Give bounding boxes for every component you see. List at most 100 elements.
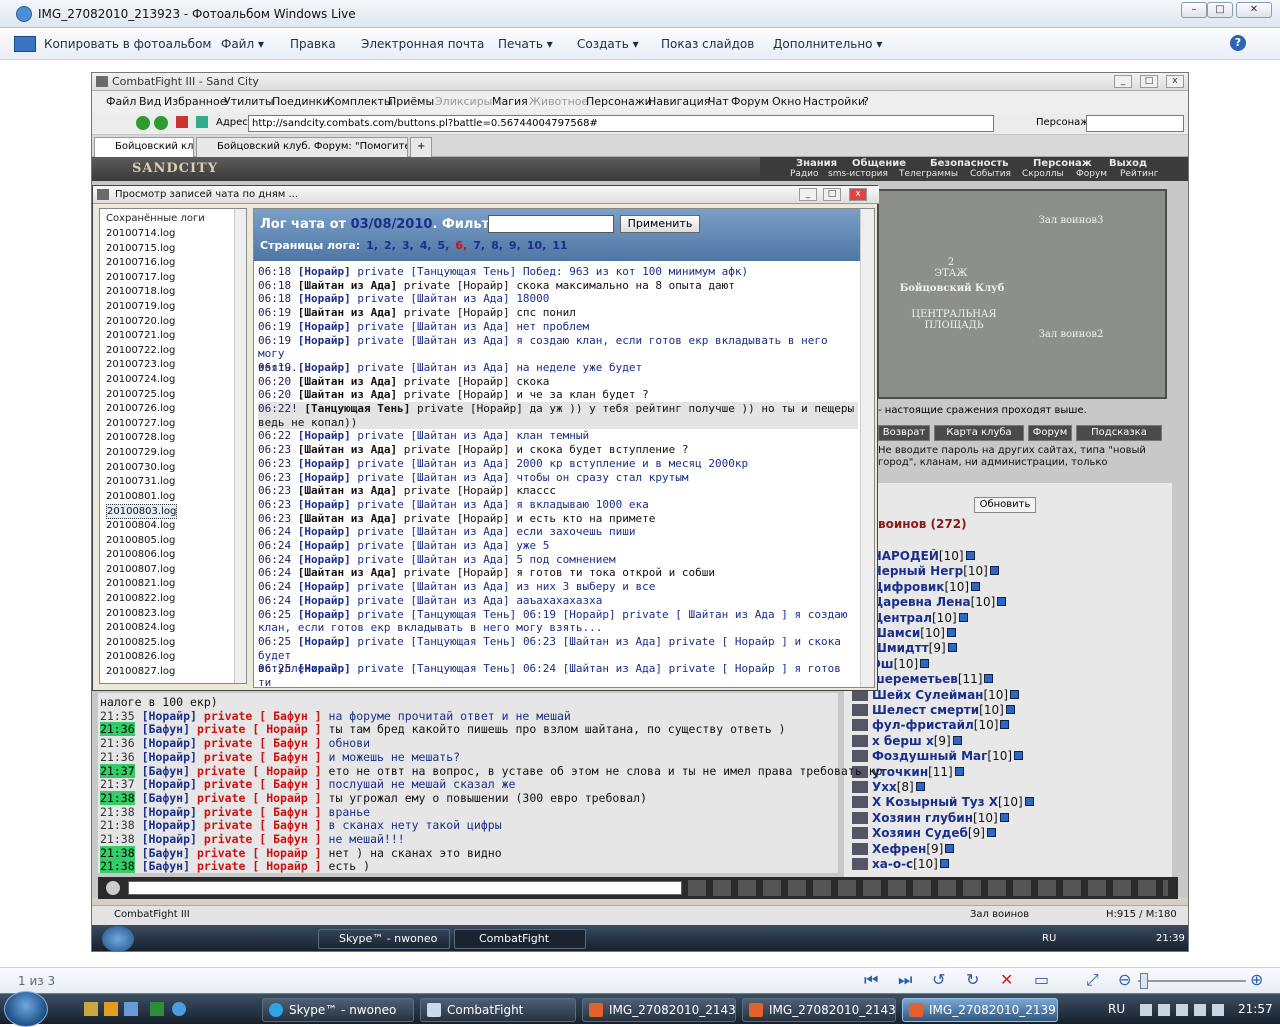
menu-print[interactable]: Печать ▾ [498, 37, 553, 51]
cf-menu-settings[interactable]: Настройки [803, 95, 865, 108]
user-info-icon[interactable] [997, 597, 1007, 607]
user-info-icon[interactable] [971, 581, 981, 591]
file-list-scrollbar[interactable] [234, 209, 246, 683]
log-file-item[interactable]: 20100722.log [106, 344, 175, 359]
menu-email[interactable]: Электронная почта [361, 37, 484, 51]
log-file-item[interactable]: 20100715.log [106, 242, 175, 257]
user-info-icon[interactable] [952, 735, 962, 745]
cf-menu-help[interactable]: ? [863, 95, 869, 108]
log-file-item[interactable]: 20100806.log [106, 548, 175, 563]
user-row[interactable]: Хозяин глубин[10] [852, 811, 1180, 826]
start-button[interactable] [4, 991, 48, 1027]
quicklaunch-desktop-icon[interactable] [124, 1002, 138, 1016]
menu-create[interactable]: Создать ▾ [577, 37, 639, 51]
user-row[interactable]: х берш х[9] [852, 734, 1180, 749]
chat-nick[interactable]: [Норайр] [142, 805, 197, 819]
nav-sms-history[interactable]: sms-история [828, 169, 888, 179]
chat-nick[interactable]: [Норайр] [142, 709, 197, 723]
character-select[interactable] [1086, 115, 1184, 132]
quicklaunch-folder-icon[interactable] [84, 1002, 98, 1016]
nav-events[interactable]: События [970, 169, 1011, 179]
nav-telegrams[interactable]: Телеграммы [899, 169, 958, 179]
user-info-icon[interactable] [954, 766, 964, 776]
user-name[interactable]: Цифровик [872, 580, 944, 594]
log-file-item[interactable]: 20100724.log [106, 373, 175, 388]
user-row[interactable]: Эш[10] [852, 657, 1180, 672]
user-name[interactable]: Черный Негр [872, 564, 963, 578]
forward-icon[interactable] [154, 116, 168, 130]
map-hall2-label[interactable]: Зал воинов2 [1029, 329, 1113, 340]
chat-private[interactable]: private [ Бафун ] [204, 736, 322, 750]
nav-security[interactable]: Безопасность [930, 158, 1009, 169]
user-row[interactable]: Хозяин Судеб[9] [852, 826, 1180, 841]
user-name[interactable]: Ухх [872, 780, 897, 794]
previous-icon[interactable]: ⏮ [864, 972, 878, 988]
help-icon[interactable]: ? [1230, 35, 1246, 51]
chat-private[interactable]: private [ Бафун ] [204, 777, 322, 791]
user-row[interactable]: Шмидтт[9] [852, 641, 1180, 656]
user-info-icon[interactable] [986, 828, 996, 838]
cf-menu-elixirs[interactable]: Эликсиры [435, 95, 492, 108]
chat-private[interactable]: private [ Норайр ] [197, 859, 322, 873]
cf-close-button[interactable]: x [1166, 75, 1184, 88]
user-info-icon[interactable] [989, 566, 999, 576]
log-page-link[interactable]: 5, [438, 239, 450, 252]
user-info-icon[interactable] [915, 782, 925, 791]
user-info-icon[interactable] [958, 612, 968, 622]
chat-nick[interactable]: [Норайр] [142, 736, 197, 750]
user-name[interactable]: Хозяин глубин [872, 811, 973, 825]
menu-file[interactable]: Файл ▾ [221, 37, 264, 51]
log-file-item[interactable]: 20100729.log [106, 446, 175, 461]
menu-edit[interactable]: Правка [290, 37, 336, 51]
user-row[interactable]: Хефрен[9] [852, 842, 1180, 857]
cf-menu-navigation[interactable]: Навигация [648, 95, 710, 108]
user-row[interactable]: Ухх[8] [852, 780, 1180, 795]
cf-menu-chat[interactable]: Чат [708, 95, 729, 108]
log-file-item[interactable]: 20100714.log [106, 227, 175, 242]
user-name[interactable]: Шелест смерти [872, 703, 979, 717]
task-photo-3[interactable]: IMG_27082010_2139... [902, 998, 1058, 1022]
task-photo-1[interactable]: IMG_27082010_2143... [582, 998, 736, 1022]
log-page-link[interactable]: 8, [491, 239, 503, 252]
log-file-item[interactable]: 20100821.log [106, 577, 175, 592]
zoom-slider-thumb[interactable] [1140, 973, 1148, 989]
user-name[interactable]: Царевна Лена [872, 595, 971, 609]
stop-icon[interactable] [176, 116, 188, 128]
log-file-item[interactable]: 20100728.log [106, 431, 175, 446]
chat-private[interactable]: private [ Бафун ] [204, 818, 322, 832]
quicklaunch-browser-icon[interactable] [172, 1002, 186, 1016]
user-info-icon[interactable] [945, 843, 955, 853]
user-row[interactable]: Шейх Сулейман[10] [852, 688, 1180, 703]
user-name[interactable]: Хозяин Судеб [872, 826, 968, 840]
cf-menu-utils[interactable]: Утилиты [224, 95, 274, 108]
log-file-item[interactable]: 20100718.log [106, 285, 175, 300]
task-skype[interactable]: Skype™ - nwoneo [262, 998, 414, 1022]
chat-nick[interactable]: [Норайр] [142, 818, 197, 832]
user-name[interactable]: Х Козырный Туз Х [872, 795, 998, 809]
user-row[interactable]: фул-фристайл[10] [852, 718, 1180, 733]
chat-private[interactable]: private [ Норайр ] [197, 846, 322, 860]
cf-menu-window[interactable]: Окно [772, 95, 801, 108]
cf-menu-sets[interactable]: Комплекты [327, 95, 393, 108]
user-name[interactable]: фул-фристайл [872, 718, 974, 732]
chat-nick[interactable]: [Бафун] [142, 846, 190, 860]
link-forum[interactable]: Форум [1028, 425, 1072, 441]
log-file-item[interactable]: 20100823.log [106, 607, 175, 622]
log-file-item[interactable]: 20100720.log [106, 315, 175, 330]
user-row[interactable]: Фоздушный Маг[10] [852, 749, 1180, 764]
user-name[interactable]: шереметьев [872, 672, 958, 686]
fit-icon[interactable]: ⤢ [1086, 972, 1099, 988]
chat-private[interactable]: private [ Бафун ] [204, 805, 322, 819]
log-file-item[interactable]: 20100731.log [106, 475, 175, 490]
zoom-out-icon[interactable]: ⊖ [1118, 972, 1131, 988]
back-icon[interactable] [136, 116, 150, 130]
log-file-item[interactable]: 20100730.log [106, 461, 175, 476]
user-info-icon[interactable] [920, 658, 930, 668]
log-file-item[interactable]: 20100716.log [106, 256, 175, 271]
user-name[interactable]: Шмидтт [872, 641, 929, 655]
user-info-icon[interactable] [1000, 720, 1010, 730]
cf-menu-forum[interactable]: Форум [731, 95, 769, 108]
new-tab-button[interactable]: + [410, 137, 432, 157]
user-row[interactable]: шереметьев[11] [852, 672, 1180, 687]
user-row[interactable]: уточкин[11] [852, 765, 1180, 780]
